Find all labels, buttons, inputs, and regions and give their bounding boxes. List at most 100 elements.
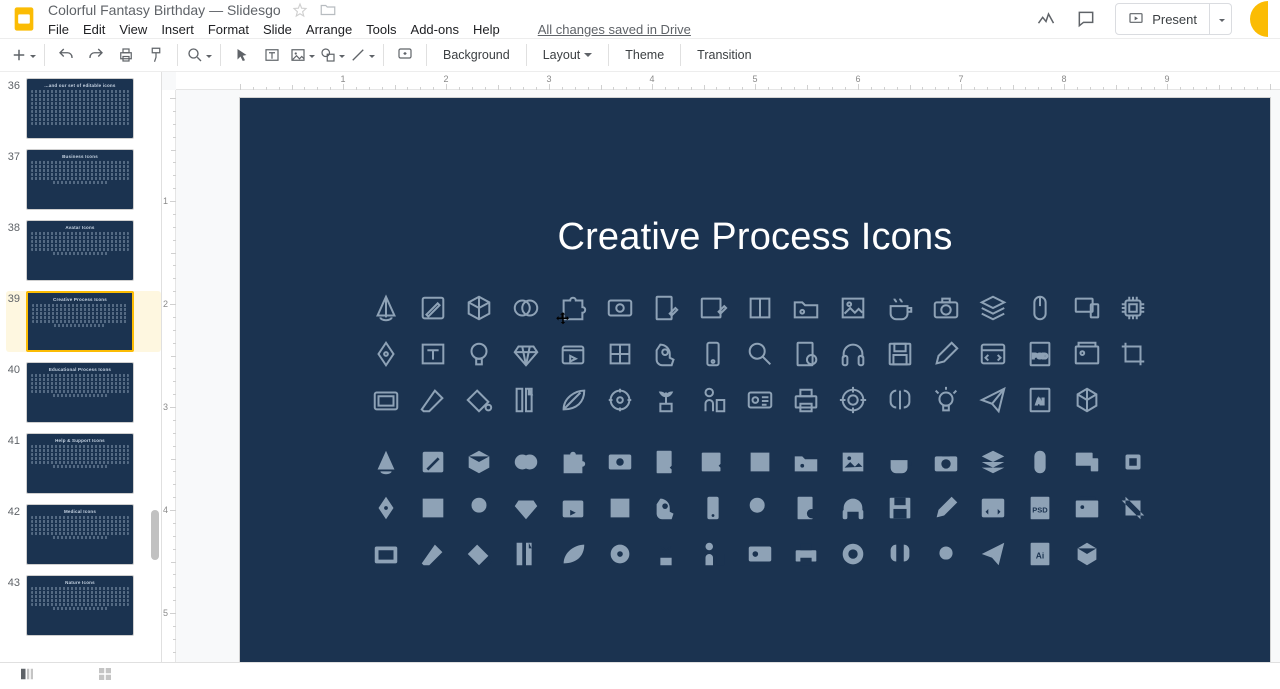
outline-paint-bucket-icon[interactable] <box>463 384 495 416</box>
solid-figure-icon[interactable] <box>697 538 729 570</box>
menu-edit[interactable]: Edit <box>83 22 105 37</box>
thumb-37[interactable]: 37Business Icons <box>6 149 161 210</box>
thumb-41[interactable]: 41Help & Support Icons <box>6 433 161 494</box>
solid-ruler-pen-icon[interactable] <box>510 538 542 570</box>
slide-canvas[interactable]: Creative Process Icons PSDAi PSDAi <box>240 98 1270 662</box>
thumb-40[interactable]: 40Educational Process Icons <box>6 362 161 423</box>
solid-target-icon[interactable] <box>837 538 869 570</box>
outline-file-settings-icon[interactable] <box>790 338 822 370</box>
menu-view[interactable]: View <box>119 22 147 37</box>
solid-eraser-icon[interactable] <box>417 538 449 570</box>
solid-plant-icon[interactable] <box>650 538 682 570</box>
outline-pencil-ruler-icon[interactable] <box>417 292 449 324</box>
outline-bulb-icon[interactable] <box>463 338 495 370</box>
outline-layers-icon[interactable] <box>977 292 1009 324</box>
document-title[interactable]: Colorful Fantasy Birthday — Slidesgo <box>48 2 281 18</box>
image-tool[interactable] <box>289 42 315 68</box>
outline-eraser-icon[interactable] <box>417 384 449 416</box>
outline-coffee-icon[interactable] <box>884 292 916 324</box>
move-to-folder-icon[interactable] <box>319 1 337 19</box>
icon-grid-outline[interactable]: PSDAi <box>370 292 1150 416</box>
outline-gallery-icon[interactable] <box>1071 338 1103 370</box>
outline-color-grid-icon[interactable] <box>604 338 636 370</box>
outline-code-window-icon[interactable] <box>977 338 1009 370</box>
solid-head-gear-icon[interactable] <box>650 492 682 524</box>
solid-bulb-icon[interactable] <box>463 492 495 524</box>
thumb-42[interactable]: 42Medical Icons <box>6 504 161 565</box>
thumb-39[interactable]: 39Creative Process Icons <box>6 291 161 352</box>
solid-id-ruler-icon[interactable] <box>744 538 776 570</box>
solid-mouse-icon[interactable] <box>1024 446 1056 478</box>
outline-eye-frame-icon[interactable] <box>604 292 636 324</box>
solid-printer-icon[interactable] <box>790 538 822 570</box>
solid-paint-bucket-icon[interactable] <box>463 538 495 570</box>
paint-format-button[interactable] <box>143 42 169 68</box>
outline-puzzle-icon[interactable] <box>557 292 589 324</box>
outline-book-icon[interactable] <box>744 292 776 324</box>
thumb-36[interactable]: 36...and our set of editable icons <box>6 78 161 139</box>
new-slide-button[interactable] <box>10 42 36 68</box>
menu-help[interactable]: Help <box>473 22 500 37</box>
solid-devices-icon[interactable] <box>1071 446 1103 478</box>
outline-leaf-pen-icon[interactable] <box>557 384 589 416</box>
comment-tool[interactable] <box>392 42 418 68</box>
print-button[interactable] <box>113 42 139 68</box>
outline-crop-icon[interactable] <box>1117 338 1149 370</box>
solid-crop-icon[interactable] <box>1117 492 1149 524</box>
select-tool[interactable] <box>229 42 255 68</box>
outline-venn-icon[interactable] <box>510 292 542 324</box>
outline-text-box-icon[interactable] <box>417 338 449 370</box>
solid-hex-3d-icon[interactable] <box>1071 538 1103 570</box>
grid-view-icon[interactable] <box>96 665 114 688</box>
outline-tablet-icon[interactable] <box>370 384 402 416</box>
solid-psd-icon[interactable]: PSD <box>1024 492 1056 524</box>
icon-grid-solid[interactable]: PSD Ai <box>370 446 1150 570</box>
zoom-button[interactable] <box>186 42 212 68</box>
outline-pen-nib-icon[interactable] <box>370 338 402 370</box>
solid-document-pen-icon[interactable] <box>650 446 682 478</box>
outline-plant-icon[interactable] <box>650 384 682 416</box>
present-dropdown[interactable] <box>1210 3 1232 35</box>
activity-icon[interactable] <box>1035 8 1057 30</box>
solid-headphones-icon[interactable] <box>837 492 869 524</box>
solid-diamond-icon[interactable] <box>510 492 542 524</box>
menu-addons[interactable]: Add-ons <box>411 22 459 37</box>
solid-tablet-icon[interactable] <box>370 538 402 570</box>
solid-puzzle-icon[interactable] <box>557 446 589 478</box>
outline-target-icon[interactable] <box>837 384 869 416</box>
solid-ai-file-icon[interactable]: Ai <box>1024 538 1056 570</box>
solid-floppy-icon[interactable] <box>884 492 916 524</box>
solid-chip-icon[interactable] <box>1117 446 1149 478</box>
menu-format[interactable]: Format <box>208 22 249 37</box>
solid-pencil-ruler-icon[interactable] <box>417 446 449 478</box>
solid-pen-nib-icon[interactable] <box>370 492 402 524</box>
outline-ai-file-icon[interactable]: Ai <box>1024 384 1056 416</box>
outline-marker-icon[interactable] <box>930 338 962 370</box>
account-avatar[interactable] <box>1250 1 1268 37</box>
textbox-tool[interactable] <box>259 42 285 68</box>
theme-button[interactable]: Theme <box>617 42 672 68</box>
solid-layers-icon[interactable] <box>977 446 1009 478</box>
transition-button[interactable]: Transition <box>689 42 759 68</box>
solid-image-pen-icon[interactable] <box>697 446 729 478</box>
solid-file-settings-icon[interactable] <box>790 492 822 524</box>
solid-code-window-icon[interactable] <box>977 492 1009 524</box>
outline-chip-icon[interactable] <box>1117 292 1149 324</box>
shape-tool[interactable] <box>319 42 345 68</box>
thumb-38[interactable]: 38Avatar Icons <box>6 220 161 281</box>
outline-hex-3d-icon[interactable] <box>1071 384 1103 416</box>
menu-insert[interactable]: Insert <box>161 22 194 37</box>
outline-compass-icon[interactable] <box>370 292 402 324</box>
redo-button[interactable] <box>83 42 109 68</box>
thumb-43[interactable]: 43Nature Icons <box>6 575 161 636</box>
filmstrip[interactable]: 36...and our set of editable icons 37Busi… <box>0 72 162 662</box>
outline-cube-3d-icon[interactable] <box>463 292 495 324</box>
outline-magnifier-icon[interactable] <box>744 338 776 370</box>
solid-folder-image-icon[interactable] <box>790 446 822 478</box>
solid-gear-badge-icon[interactable] <box>604 538 636 570</box>
filmstrip-scrollbar[interactable] <box>151 72 159 662</box>
solid-coffee-icon[interactable] <box>884 446 916 478</box>
solid-picture-icon[interactable] <box>837 446 869 478</box>
solid-book-icon[interactable] <box>744 446 776 478</box>
menu-file[interactable]: File <box>48 22 69 37</box>
